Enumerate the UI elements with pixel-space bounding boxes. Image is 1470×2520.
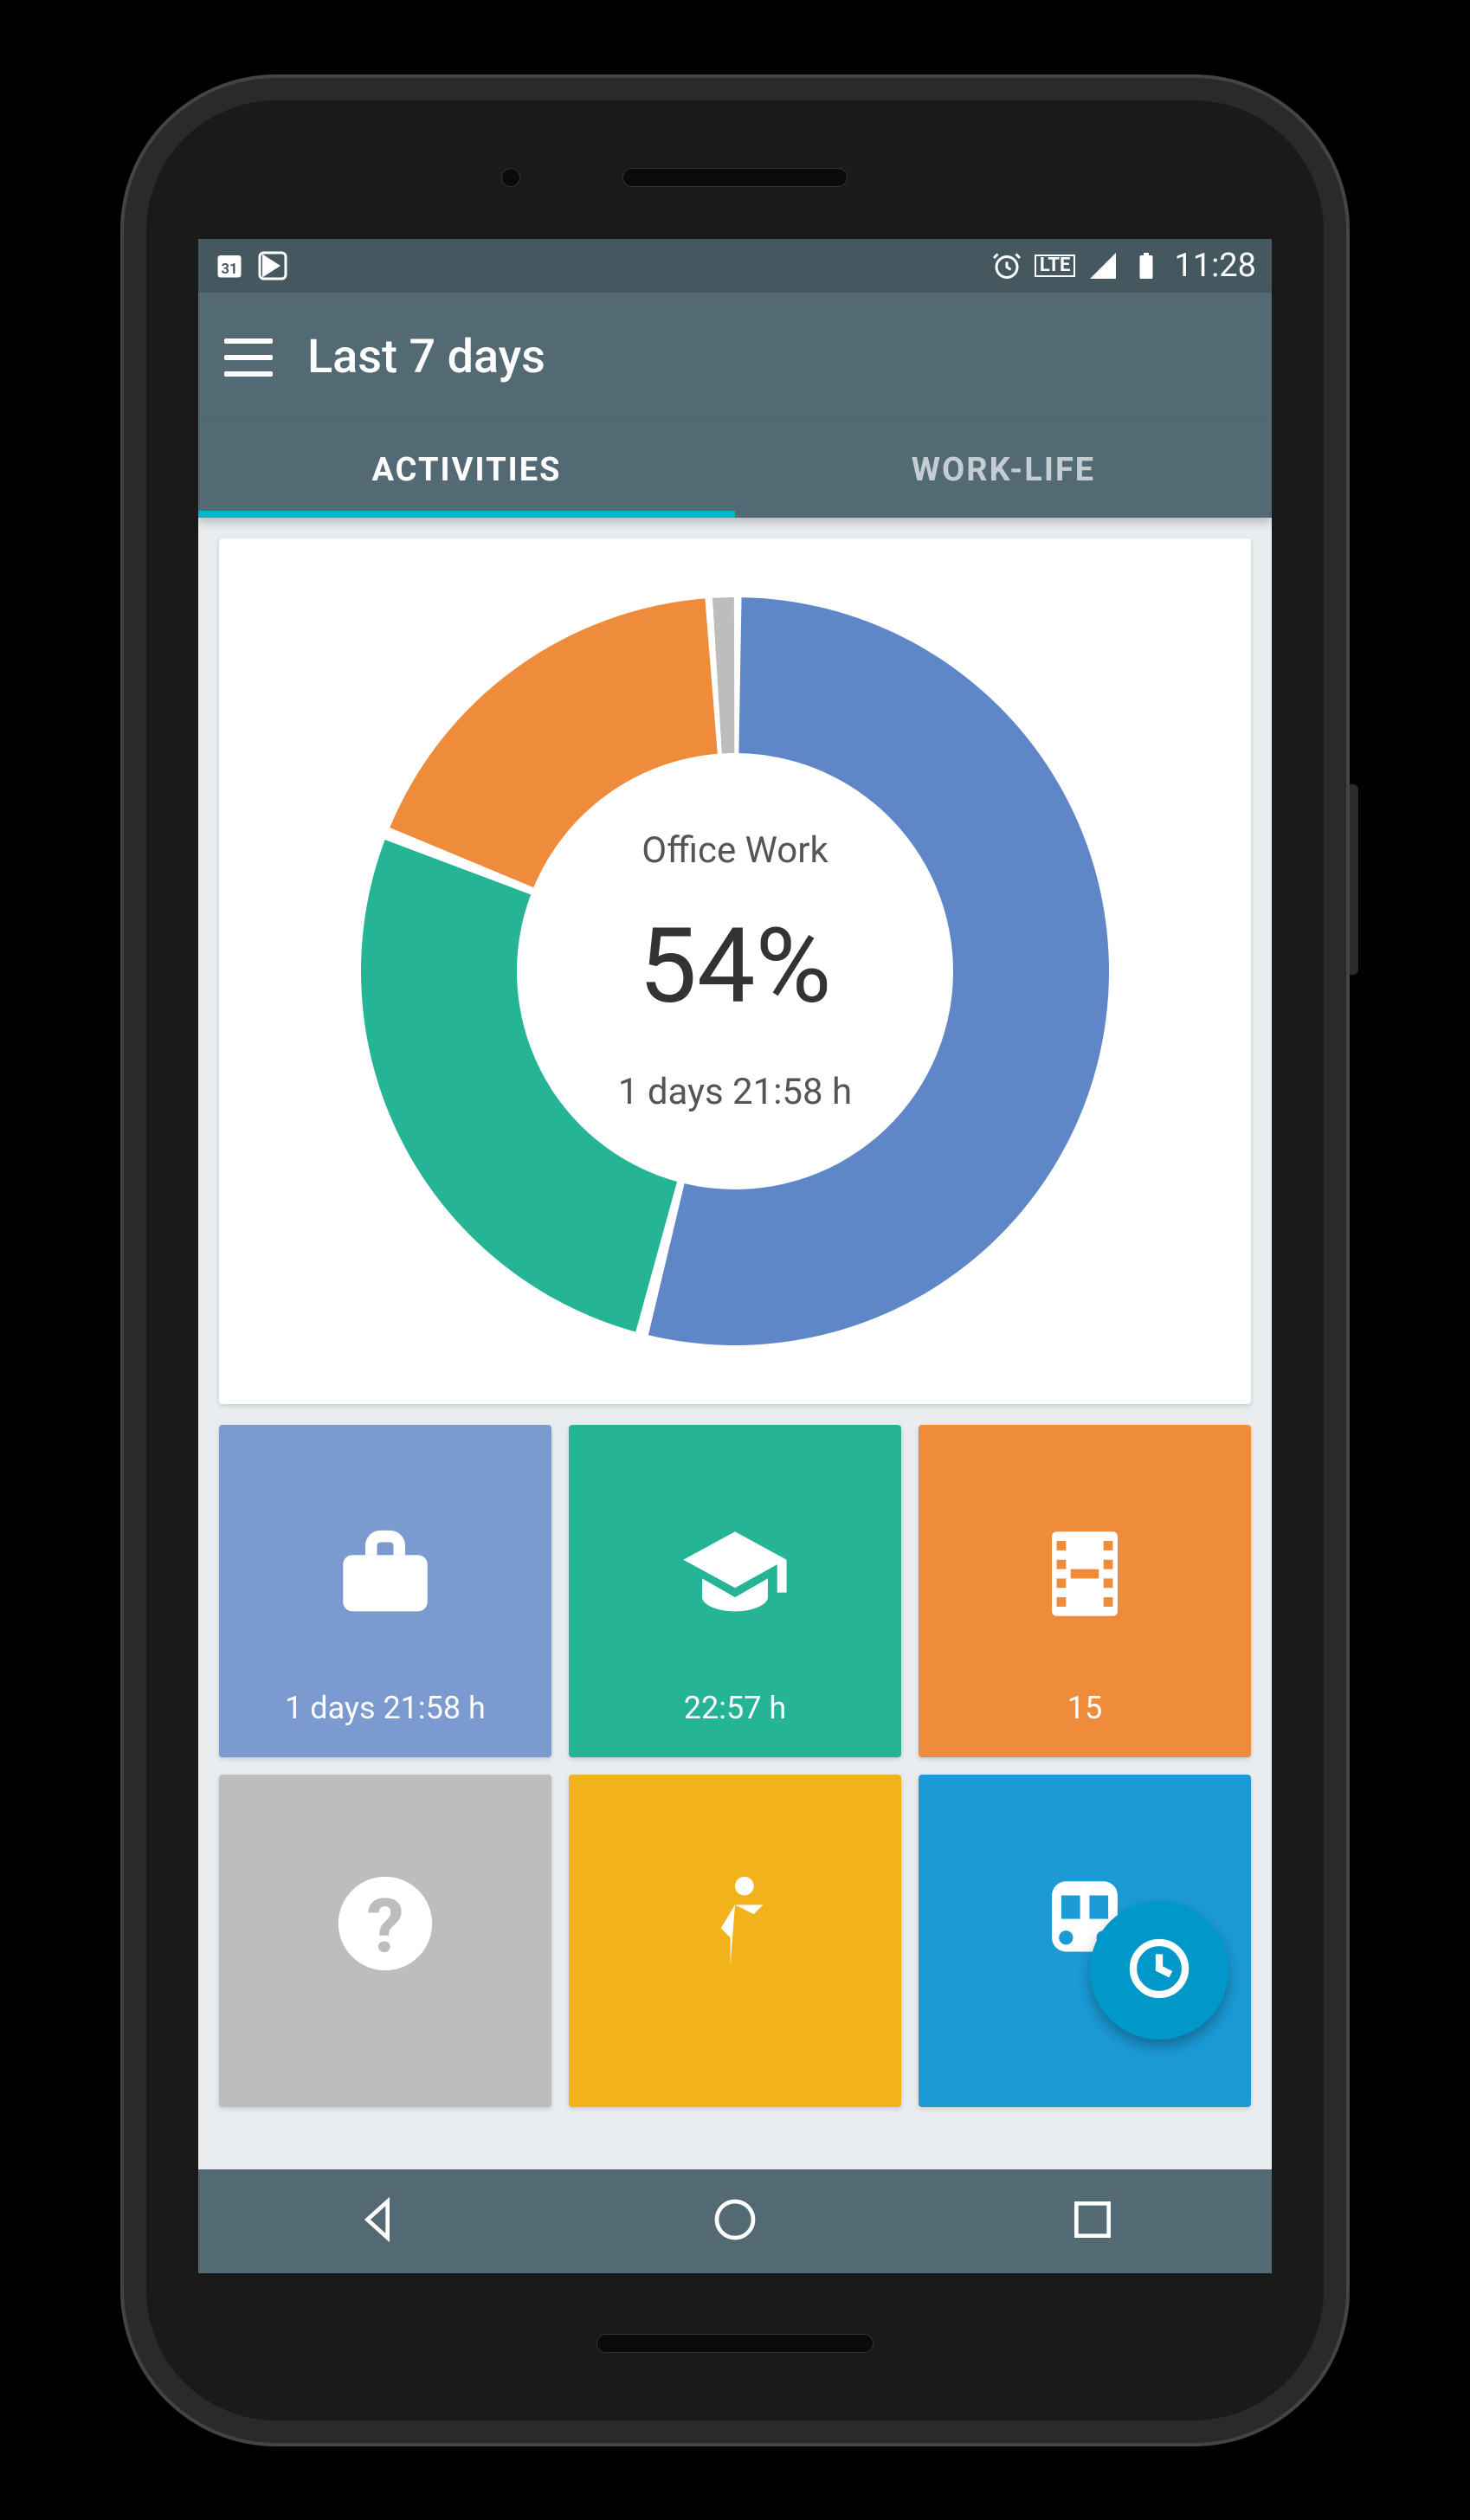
tab-label: ACTIVITIES (371, 451, 561, 489)
film-icon (1028, 1518, 1141, 1630)
app-bar: Last 7 days (198, 293, 1272, 422)
tile-duration: 22:57 h (684, 1690, 786, 1726)
signal-icon (1087, 250, 1119, 281)
tile-duration: 1 days 21:58 h (285, 1690, 486, 1726)
activity-tile[interactable]: 15 (919, 1425, 1251, 1757)
nav-back-button[interactable] (353, 2195, 402, 2247)
svg-text:31: 31 (222, 261, 238, 278)
donut-center: Office Work 54% 1 days 21:58 h (618, 829, 852, 1113)
clock-icon (1125, 1934, 1194, 2007)
page-title: Last 7 days (307, 330, 545, 384)
donut-chart: Office Work 54% 1 days 21:58 h (345, 582, 1125, 1361)
tab-bar: ACTIVITIES WORK-LIFE (198, 422, 1272, 518)
nav-home-button[interactable] (711, 2195, 759, 2247)
running-icon (679, 1867, 791, 1980)
phone-camera (501, 168, 520, 187)
tile-duration: 15 (1067, 1690, 1102, 1726)
status-bar: 31 LTE 11:2 (198, 239, 1272, 293)
phone-inner: 31 LTE 11:2 (146, 100, 1324, 2420)
phone-frame: 31 LTE 11:2 (120, 74, 1350, 2446)
phone-speaker-top (622, 168, 848, 187)
donut-center-percent: 54% (618, 906, 852, 1028)
phone-speaker-bottom (596, 2334, 874, 2353)
status-time: 11:28 (1174, 247, 1256, 285)
activity-tile[interactable] (569, 1775, 901, 2107)
content-area[interactable]: Office Work 54% 1 days 21:58 h 1 days 21… (198, 518, 1272, 2169)
activity-tile[interactable]: 1 days 21:58 h (219, 1425, 551, 1757)
graduation-cap-icon (679, 1518, 791, 1630)
screen: 31 LTE 11:2 (198, 239, 1272, 2273)
donut-center-duration: 1 days 21:58 h (618, 1071, 852, 1113)
lte-label: LTE (1035, 255, 1075, 277)
donut-chart-card[interactable]: Office Work 54% 1 days 21:58 h (219, 538, 1251, 1404)
tab-label: WORK-LIFE (912, 451, 1095, 489)
battery-icon (1131, 250, 1162, 281)
tab-work-life[interactable]: WORK-LIFE (735, 422, 1272, 518)
tab-activities[interactable]: ACTIVITIES (198, 422, 735, 518)
svg-text:?: ? (366, 1883, 403, 1970)
tile-grid: 1 days 21:58 h 22:57 h 15? (219, 1425, 1251, 2107)
nav-recent-button[interactable] (1068, 2195, 1117, 2247)
activity-tile[interactable]: 22:57 h (569, 1425, 901, 1757)
briefcase-icon (329, 1518, 442, 1630)
menu-button[interactable] (224, 338, 273, 377)
donut-slice[interactable] (712, 597, 734, 753)
calendar-31-icon: 31 (214, 250, 245, 281)
phone-side-button (1350, 784, 1358, 975)
play-store-icon (257, 250, 288, 281)
donut-center-label: Office Work (618, 829, 852, 872)
android-nav-bar (198, 2169, 1272, 2273)
alarm-icon (991, 250, 1022, 281)
fab-clock-button[interactable] (1090, 1901, 1228, 2040)
activity-tile[interactable]: ? (219, 1775, 551, 2107)
question-icon: ? (329, 1867, 442, 1980)
